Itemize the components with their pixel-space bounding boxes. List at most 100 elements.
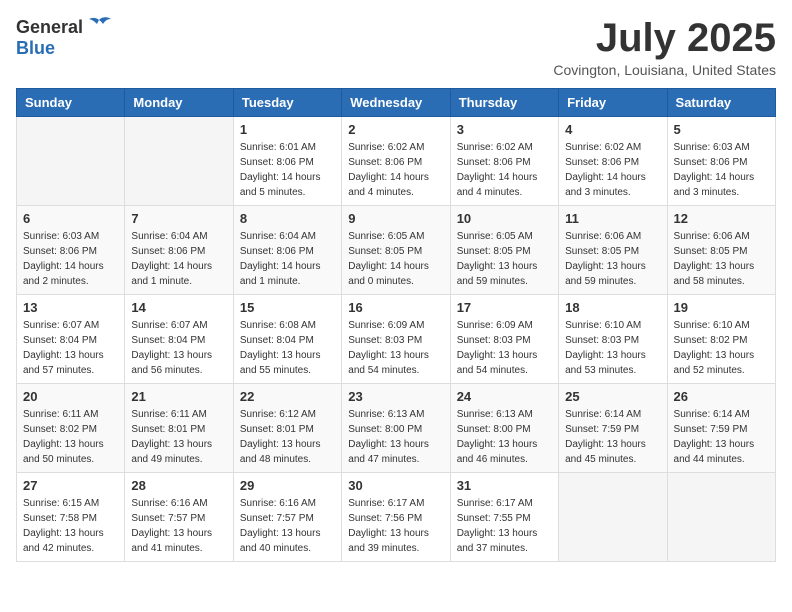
calendar-cell: 31 Sunrise: 6:17 AM Sunset: 7:55 PM Dayli… — [450, 473, 558, 562]
calendar-cell: 22 Sunrise: 6:12 AM Sunset: 8:01 PM Dayli… — [233, 384, 341, 473]
calendar-cell: 10 Sunrise: 6:05 AM Sunset: 8:05 PM Dayli… — [450, 206, 558, 295]
calendar-week-row: 27 Sunrise: 6:15 AM Sunset: 7:58 PM Dayli… — [17, 473, 776, 562]
day-info: Sunrise: 6:12 AM Sunset: 8:01 PM Dayligh… — [240, 407, 335, 467]
day-number: 27 — [23, 478, 118, 493]
calendar-week-row: 13 Sunrise: 6:07 AM Sunset: 8:04 PM Dayli… — [17, 295, 776, 384]
day-number: 14 — [131, 300, 226, 315]
day-info: Sunrise: 6:11 AM Sunset: 8:02 PM Dayligh… — [23, 407, 118, 467]
day-info: Sunrise: 6:16 AM Sunset: 7:57 PM Dayligh… — [240, 496, 335, 556]
day-info: Sunrise: 6:11 AM Sunset: 8:01 PM Dayligh… — [131, 407, 226, 467]
day-info: Sunrise: 6:07 AM Sunset: 8:04 PM Dayligh… — [131, 318, 226, 378]
day-number: 1 — [240, 122, 335, 137]
day-number: 10 — [457, 211, 552, 226]
day-info: Sunrise: 6:13 AM Sunset: 8:00 PM Dayligh… — [348, 407, 443, 467]
weekday-header-cell: Monday — [125, 89, 233, 117]
day-number: 22 — [240, 389, 335, 404]
day-info: Sunrise: 6:17 AM Sunset: 7:55 PM Dayligh… — [457, 496, 552, 556]
calendar-week-row: 1 Sunrise: 6:01 AM Sunset: 8:06 PM Daylig… — [17, 117, 776, 206]
calendar-cell: 11 Sunrise: 6:06 AM Sunset: 8:05 PM Dayli… — [559, 206, 667, 295]
day-info: Sunrise: 6:05 AM Sunset: 8:05 PM Dayligh… — [348, 229, 443, 289]
calendar-cell: 1 Sunrise: 6:01 AM Sunset: 8:06 PM Daylig… — [233, 117, 341, 206]
title-area: July 2025 Covington, Louisiana, United S… — [553, 16, 776, 78]
day-info: Sunrise: 6:16 AM Sunset: 7:57 PM Dayligh… — [131, 496, 226, 556]
day-info: Sunrise: 6:10 AM Sunset: 8:02 PM Dayligh… — [674, 318, 769, 378]
weekday-header-cell: Wednesday — [342, 89, 450, 117]
calendar-cell: 6 Sunrise: 6:03 AM Sunset: 8:06 PM Daylig… — [17, 206, 125, 295]
calendar-cell: 7 Sunrise: 6:04 AM Sunset: 8:06 PM Daylig… — [125, 206, 233, 295]
day-number: 6 — [23, 211, 118, 226]
calendar-week-row: 20Sunrise: 6:11 AM Sunset: 8:02 PM Dayli… — [17, 384, 776, 473]
calendar-cell: 13 Sunrise: 6:07 AM Sunset: 8:04 PM Dayli… — [17, 295, 125, 384]
weekday-header-cell: Saturday — [667, 89, 775, 117]
day-info: Sunrise: 6:14 AM Sunset: 7:59 PM Dayligh… — [565, 407, 660, 467]
calendar-cell — [559, 473, 667, 562]
day-number: 15 — [240, 300, 335, 315]
logo: General Blue — [16, 16, 113, 59]
day-info: Sunrise: 6:06 AM Sunset: 8:05 PM Dayligh… — [674, 229, 769, 289]
calendar-cell: 12 Sunrise: 6:06 AM Sunset: 8:05 PM Dayli… — [667, 206, 775, 295]
day-info: Sunrise: 6:10 AM Sunset: 8:03 PM Dayligh… — [565, 318, 660, 378]
subtitle: Covington, Louisiana, United States — [553, 62, 776, 78]
day-info: Sunrise: 6:03 AM Sunset: 8:06 PM Dayligh… — [674, 140, 769, 200]
day-number: 4 — [565, 122, 660, 137]
day-number: 7 — [131, 211, 226, 226]
calendar-cell: 25 Sunrise: 6:14 AM Sunset: 7:59 PM Dayli… — [559, 384, 667, 473]
day-number: 28 — [131, 478, 226, 493]
day-info: Sunrise: 6:01 AM Sunset: 8:06 PM Dayligh… — [240, 140, 335, 200]
calendar-cell: 20Sunrise: 6:11 AM Sunset: 8:02 PM Dayli… — [17, 384, 125, 473]
logo-bird-icon — [85, 16, 113, 38]
calendar-week-row: 6 Sunrise: 6:03 AM Sunset: 8:06 PM Daylig… — [17, 206, 776, 295]
day-info: Sunrise: 6:15 AM Sunset: 7:58 PM Dayligh… — [23, 496, 118, 556]
calendar-cell: 29 Sunrise: 6:16 AM Sunset: 7:57 PM Dayli… — [233, 473, 341, 562]
calendar-cell: 27 Sunrise: 6:15 AM Sunset: 7:58 PM Dayli… — [17, 473, 125, 562]
day-number: 2 — [348, 122, 443, 137]
logo-general-text: General — [16, 17, 83, 38]
calendar-cell: 21Sunrise: 6:11 AM Sunset: 8:01 PM Dayli… — [125, 384, 233, 473]
day-number: 30 — [348, 478, 443, 493]
day-info: Sunrise: 6:02 AM Sunset: 8:06 PM Dayligh… — [565, 140, 660, 200]
day-info: Sunrise: 6:07 AM Sunset: 8:04 PM Dayligh… — [23, 318, 118, 378]
calendar-cell: 19 Sunrise: 6:10 AM Sunset: 8:02 PM Dayli… — [667, 295, 775, 384]
weekday-header-cell: Friday — [559, 89, 667, 117]
day-info: Sunrise: 6:08 AM Sunset: 8:04 PM Dayligh… — [240, 318, 335, 378]
calendar-cell: 2Sunrise: 6:02 AM Sunset: 8:06 PM Daylig… — [342, 117, 450, 206]
day-number: 9 — [348, 211, 443, 226]
calendar-body: 1 Sunrise: 6:01 AM Sunset: 8:06 PM Daylig… — [17, 117, 776, 562]
main-title: July 2025 — [553, 16, 776, 60]
day-number: 8 — [240, 211, 335, 226]
calendar-cell: 17Sunrise: 6:09 AM Sunset: 8:03 PM Dayli… — [450, 295, 558, 384]
weekday-header-cell: Tuesday — [233, 89, 341, 117]
day-number: 23 — [348, 389, 443, 404]
day-number: 11 — [565, 211, 660, 226]
calendar-cell: 16Sunrise: 6:09 AM Sunset: 8:03 PM Dayli… — [342, 295, 450, 384]
calendar-cell: 9 Sunrise: 6:05 AM Sunset: 8:05 PM Daylig… — [342, 206, 450, 295]
day-number: 19 — [674, 300, 769, 315]
header: General Blue July 2025 Covington, Louisi… — [16, 16, 776, 78]
day-number: 12 — [674, 211, 769, 226]
calendar-cell: 18 Sunrise: 6:10 AM Sunset: 8:03 PM Dayli… — [559, 295, 667, 384]
calendar-cell: 15 Sunrise: 6:08 AM Sunset: 8:04 PM Dayli… — [233, 295, 341, 384]
day-number: 16 — [348, 300, 443, 315]
day-info: Sunrise: 6:04 AM Sunset: 8:06 PM Dayligh… — [131, 229, 226, 289]
calendar-cell: 28 Sunrise: 6:16 AM Sunset: 7:57 PM Dayli… — [125, 473, 233, 562]
day-number: 18 — [565, 300, 660, 315]
calendar-cell — [667, 473, 775, 562]
day-number: 26 — [674, 389, 769, 404]
day-info: Sunrise: 6:14 AM Sunset: 7:59 PM Dayligh… — [674, 407, 769, 467]
day-info: Sunrise: 6:04 AM Sunset: 8:06 PM Dayligh… — [240, 229, 335, 289]
day-number: 31 — [457, 478, 552, 493]
calendar: SundayMondayTuesdayWednesdayThursdayFrid… — [16, 88, 776, 562]
day-number: 3 — [457, 122, 552, 137]
day-info: Sunrise: 6:02 AM Sunset: 8:06 PM Dayligh… — [457, 140, 552, 200]
day-number: 29 — [240, 478, 335, 493]
day-number: 24 — [457, 389, 552, 404]
weekday-header-row: SundayMondayTuesdayWednesdayThursdayFrid… — [17, 89, 776, 117]
day-info: Sunrise: 6:06 AM Sunset: 8:05 PM Dayligh… — [565, 229, 660, 289]
calendar-cell: 30Sunrise: 6:17 AM Sunset: 7:56 PM Dayli… — [342, 473, 450, 562]
calendar-cell: 14 Sunrise: 6:07 AM Sunset: 8:04 PM Dayli… — [125, 295, 233, 384]
day-number: 13 — [23, 300, 118, 315]
day-number: 25 — [565, 389, 660, 404]
day-info: Sunrise: 6:03 AM Sunset: 8:06 PM Dayligh… — [23, 229, 118, 289]
day-info: Sunrise: 6:05 AM Sunset: 8:05 PM Dayligh… — [457, 229, 552, 289]
calendar-cell: 23 Sunrise: 6:13 AM Sunset: 8:00 PM Dayli… — [342, 384, 450, 473]
